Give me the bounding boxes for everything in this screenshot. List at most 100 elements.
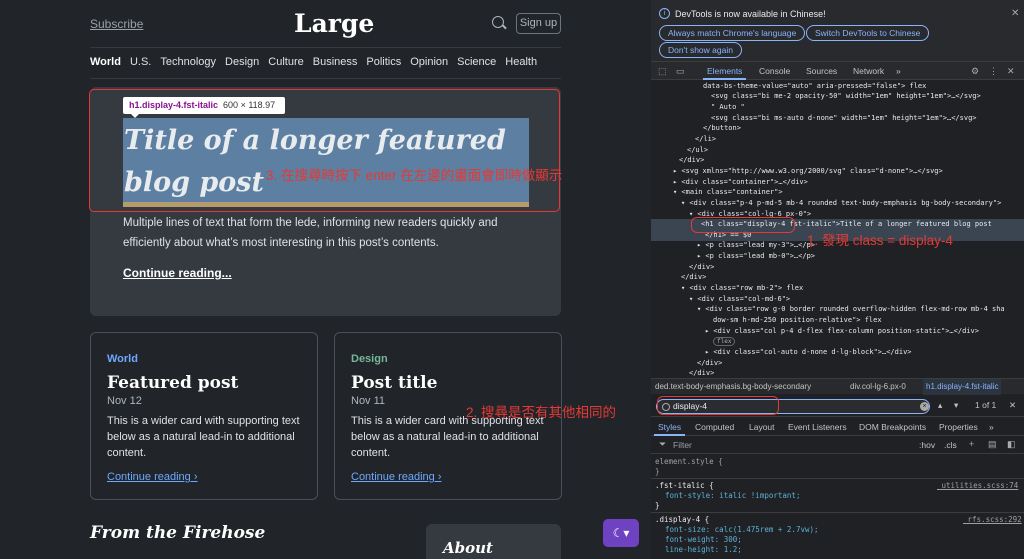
tab-computed[interactable]: Computed [695, 422, 734, 432]
dom-node[interactable]: </div> [681, 272, 706, 283]
add-rule-icon[interactable]: + [969, 439, 974, 449]
search-icon[interactable] [492, 16, 504, 28]
header-divider [90, 47, 561, 48]
css-source-link[interactable]: _utilities.scss:74 [937, 481, 1018, 491]
nav-item-health[interactable]: Health [505, 56, 537, 68]
tab-network[interactable]: Network [853, 66, 884, 76]
dom-node[interactable]: ▸ <svg xmlns="http://www.w3.org/2000/svg… [673, 166, 943, 177]
hero-lede: Multiple lines of text that form the led… [123, 217, 498, 249]
blog-page: Subscribe Large Sign up World U.S. Techn… [0, 0, 651, 559]
theme-toggle-button[interactable]: ☾▾ [603, 519, 639, 547]
dom-node[interactable]: ▾ <div class="p-4 p-md-5 mb-4 rounded te… [681, 198, 1001, 209]
dom-node[interactable]: ▸ <p class="lead mb-0">…</p> [697, 251, 815, 262]
card-title: Post title [351, 373, 438, 393]
search-prev-icon[interactable]: ▴ [938, 400, 942, 411]
css-rule-element-style: element.style { } [655, 457, 723, 477]
dom-node[interactable]: </div> [689, 368, 714, 376]
about-box: About [426, 524, 561, 559]
sign-up-button[interactable]: Sign up [516, 13, 561, 34]
nav-item-culture[interactable]: Culture [268, 56, 303, 68]
tab-event-listeners[interactable]: Event Listeners [788, 422, 847, 432]
nav-item-science[interactable]: Science [457, 56, 496, 68]
dom-search-bar: display-4 × ▴ ▾ 1 of 1 ✕ [651, 396, 1024, 417]
dom-node[interactable]: ▾ <div class="row g-0 border rounded ove… [697, 304, 1005, 315]
css-source-link[interactable]: _rfs.scss:292 [963, 515, 1022, 525]
brand-logo[interactable]: Large [294, 9, 374, 38]
card-title: Featured post [107, 373, 239, 393]
dom-node[interactable]: " Auto " [711, 102, 745, 113]
css-declaration[interactable]: font-size: calc(1.475rem + 2.7vw); [655, 525, 1021, 535]
computed-styles-icon[interactable]: ▤ [988, 439, 997, 450]
css-declaration[interactable]: font-weight: 300; [655, 535, 1021, 545]
dom-node[interactable]: <svg class="bi ms-auto d-none" width="1e… [711, 113, 977, 124]
dom-node[interactable]: </div> [679, 155, 704, 166]
dom-node[interactable]: ▸ <div class="col p-4 d-flex flex-column… [705, 326, 979, 337]
card-category: Design [351, 353, 388, 365]
language-notice: i DevTools is now available in Chinese! … [651, 0, 1024, 62]
device-toggle-icon[interactable]: ▭ [676, 66, 685, 77]
clear-search-icon[interactable]: × [920, 402, 929, 411]
breadcrumb: ded.text-body-emphasis.bg-body-secondary… [651, 378, 1024, 395]
tab-elements[interactable]: Elements [702, 66, 747, 80]
dom-tree: data-bs-theme-value="auto" aria-pressed=… [651, 80, 1024, 376]
nav-item-us[interactable]: U.S. [130, 56, 151, 68]
tab-styles[interactable]: Styles [653, 422, 686, 436]
css-declaration[interactable]: font-style: italic !important; [655, 491, 1021, 501]
css-rule-fst-italic: .fst-italic { _utilities.scss:74 font-st… [655, 481, 1021, 511]
css-rule-display-4: .display-4 { _rfs.scss:292 font-size: ca… [655, 515, 1022, 555]
css-close: } [655, 467, 660, 476]
nav-item-opinion[interactable]: Opinion [410, 56, 448, 68]
nav-item-business[interactable]: Business [313, 56, 358, 68]
crumb-item[interactable]: ded.text-body-emphasis.bg-body-secondary [655, 379, 811, 395]
annotation-circle-search [657, 396, 779, 415]
annotation-2: 2. 搜尋是否有其他相同的 [466, 405, 617, 420]
subscribe-link[interactable]: Subscribe [90, 17, 143, 31]
hov-toggle[interactable]: :hov [919, 440, 935, 450]
dom-node[interactable]: ▸ <p class="lead my-3">…</p> [697, 240, 815, 251]
inspect-icon[interactable]: ⬚ [658, 66, 667, 77]
dom-node[interactable]: dow-sm h-md-250 position-relative"> flex [713, 315, 882, 326]
crumb-item-active[interactable]: h1.display-4.fst-italic [923, 379, 1002, 395]
category-nav: World U.S. Technology Design Culture Bus… [90, 56, 537, 68]
css-selector: element.style { [655, 457, 723, 466]
tab-properties[interactable]: Properties [939, 422, 978, 432]
tab-dom-breakpoints[interactable]: DOM Breakpoints [859, 422, 926, 432]
filter-input[interactable]: Filter [673, 440, 692, 450]
search-next-icon[interactable]: ▾ [954, 400, 958, 411]
card-date: Nov 12 [107, 395, 142, 407]
more-tabs-icon[interactable]: » [896, 66, 901, 76]
nav-item-technology[interactable]: Technology [160, 56, 216, 68]
dom-node[interactable]: ▾ <div class="row mb-2"> flex [681, 283, 803, 294]
cls-toggle[interactable]: .cls [944, 440, 957, 450]
dom-node[interactable]: </li> [695, 134, 716, 145]
tab-layout[interactable]: Layout [749, 422, 775, 432]
dont-show-button[interactable]: Don't show again [659, 42, 742, 58]
continue-reading-link[interactable]: Continue reading... [123, 266, 232, 280]
dom-node[interactable]: ▾ <main class="container"> [673, 187, 783, 198]
css-declaration[interactable]: line-height: 1.2; [655, 545, 1021, 555]
crumb-item[interactable]: div.col-lg-6.px-0 [850, 379, 906, 395]
annotation-1: 1. 發現 class = display-4 [807, 233, 953, 248]
tab-sources[interactable]: Sources [806, 66, 837, 76]
gear-icon[interactable]: ⚙ [971, 66, 979, 77]
card-continue-link[interactable]: Continue reading › [351, 471, 442, 483]
tab-console[interactable]: Console [759, 66, 790, 76]
card-continue-link[interactable]: Continue reading › [107, 471, 198, 483]
dom-node[interactable]: <svg class="bi me-2 opacity-50" width="1… [711, 91, 981, 102]
switch-chinese-button[interactable]: Switch DevTools to Chinese [806, 25, 930, 41]
dom-node[interactable]: </button> [703, 123, 741, 134]
css-close: } [655, 501, 660, 510]
nav-item-world[interactable]: World [90, 56, 121, 68]
card-text: This is a wider card with supporting tex… [107, 415, 300, 459]
dom-node[interactable]: ▸ <div class="col-auto d-none d-lg-block… [705, 347, 912, 358]
card-date: Nov 11 [351, 395, 386, 407]
nav-item-design[interactable]: Design [225, 56, 259, 68]
kebab-menu-icon[interactable]: ⋮ [989, 66, 998, 77]
close-devtools-icon[interactable]: ✕ [1007, 66, 1015, 77]
sidebar-toggle-icon[interactable]: ◧ [1007, 439, 1016, 450]
more-style-tabs-icon[interactable]: » [989, 422, 994, 432]
nav-item-politics[interactable]: Politics [366, 56, 401, 68]
match-language-button[interactable]: Always match Chrome's language [659, 25, 806, 41]
close-search-icon[interactable]: ✕ [1009, 400, 1016, 411]
close-icon[interactable]: ✕ [1011, 8, 1019, 19]
